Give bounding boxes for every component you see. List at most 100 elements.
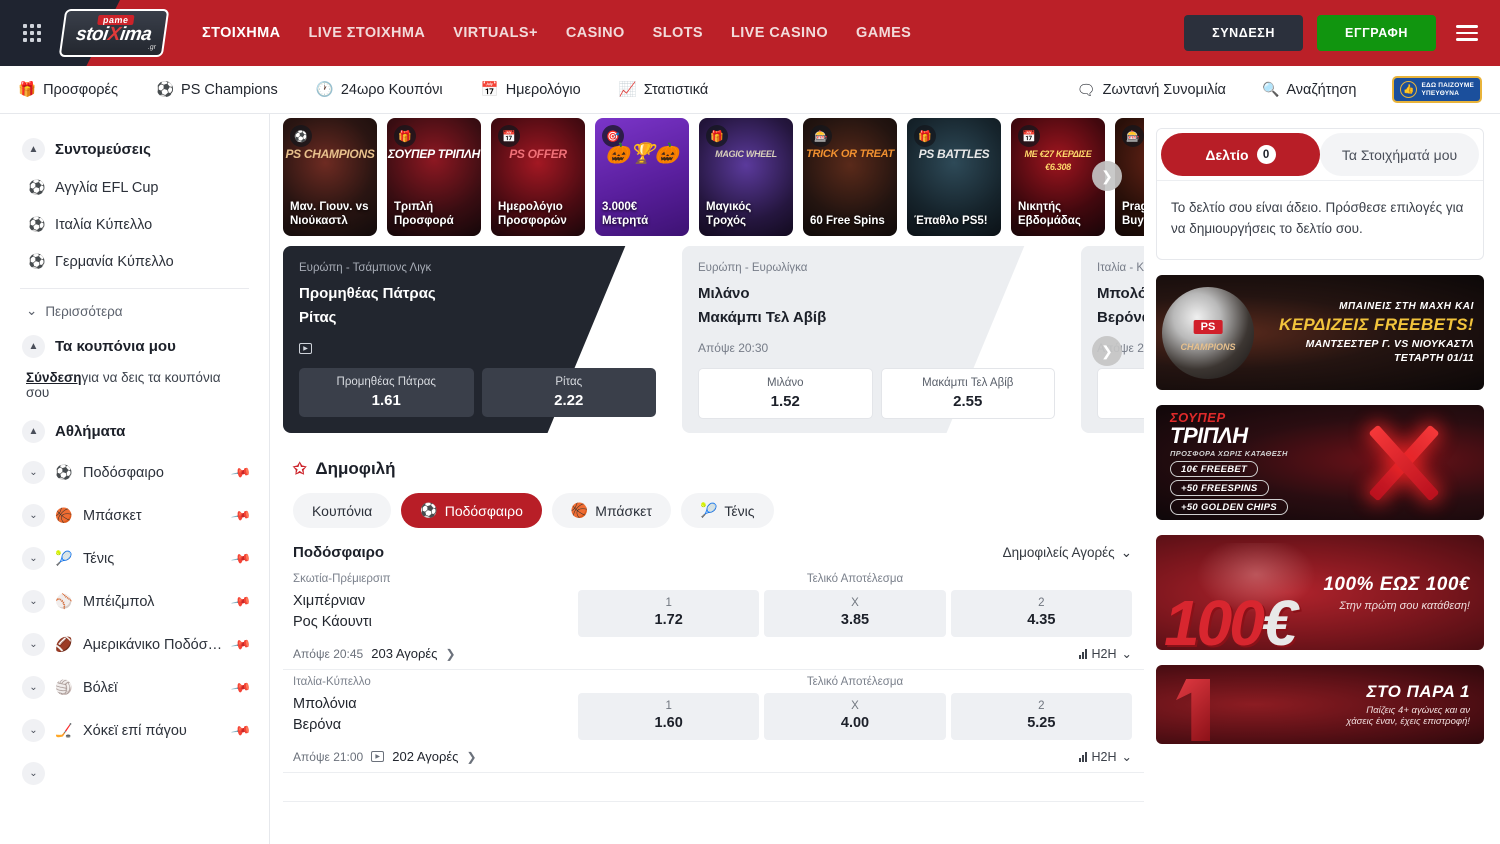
odd-button-1[interactable]: 1 1.72	[578, 590, 759, 637]
h2h-button[interactable]: H2H ⌄	[1079, 646, 1133, 661]
match-row[interactable]: Σκωτία-Πρέμιερσιπ Χιμπέρνιαν Ρος Κάουντι…	[283, 567, 1144, 670]
match-team-home: Χιμπέρνιαν	[293, 591, 578, 612]
promo-card[interactable]: ⚽ PS CHAMPIONS Μαν. Γιουν. vs Νιούκαστλ	[283, 118, 377, 236]
chevron-down-icon[interactable]: ⌄	[22, 676, 45, 699]
featured-match-card[interactable]: Ευρώπη - Ευρωλίγκα Μιλάνο Μακάμπι Τελ Αβ…	[682, 246, 1071, 433]
banner-text-block: ΜΠΑΙΝΕΙΣ ΣΤΗ ΜΑΧΗ ΚΑΙ ΚΕΡΔΙΖΕΙΣ FREEBETS…	[1156, 301, 1484, 364]
featured-score: 58	[616, 309, 656, 326]
tab-koupinia[interactable]: Κουπόνια	[293, 493, 391, 528]
odd-button-2[interactable]: 2 4.35	[951, 590, 1132, 637]
promo-banner-deposit-bonus[interactable]: 100€ 100% ΕΩΣ 100€ Στην πρώτη σου κατάθε…	[1156, 535, 1484, 650]
tab-tennis[interactable]: 🎾 Τένις	[681, 493, 774, 528]
subnav-item-24h-coupon[interactable]: 🕐 24ωρο Κουπόνι	[316, 81, 443, 98]
responsible-gaming-badge[interactable]: 👍 ΕΔΩ ΠΑΙΖΟΥΜΕ ΥΠΕΥΘΥΝΑ	[1392, 76, 1482, 103]
markets-selector[interactable]: Δημοφιλείς Αγορές ⌄	[1003, 545, 1132, 561]
promo-banner-super-tripli[interactable]: ΣΟΥΠΕΡ ΤΡΙΠΛΗ ΠΡΟΣΦΟΡΑ ΧΩΡΙΣ ΚΑΤΑΘΕΣΗ 10…	[1156, 405, 1484, 520]
sidebar-item-partial[interactable]: ⌄	[16, 752, 253, 795]
chevron-right-icon[interactable]: ❯	[466, 750, 476, 764]
login-button[interactable]: ΣΥΝΔΕΣΗ	[1184, 15, 1303, 51]
sidebar-item-american-football[interactable]: ⌄ 🏈 Αμερικάνικο Ποδόσ… 📌	[16, 623, 253, 666]
nav-item-casino[interactable]: CASINO	[566, 25, 625, 41]
promo-banner-sto-para-1[interactable]: ΣΤΟ ΠΑΡΑ 1 Παίζεις 4+ αγώνες και αν χάσε…	[1156, 665, 1484, 744]
apps-grid-icon[interactable]	[10, 24, 54, 42]
match-markets-count[interactable]: 202 Αγορές	[392, 749, 458, 764]
promo-banner-ps-champions[interactable]: PS CHAMPIONS ΜΠΑΙΝΕΙΣ ΣΤΗ ΜΑΧΗ ΚΑΙ ΚΕΡΔΙ…	[1156, 275, 1484, 390]
subnav-item-ps-champions[interactable]: ⚽ PS Champions	[156, 81, 278, 98]
coupons-login-link[interactable]: Σύνδεση	[26, 370, 82, 385]
nav-item-live-casino[interactable]: LIVE CASINO	[731, 25, 828, 41]
chevron-down-icon[interactable]: ⌄	[22, 633, 45, 656]
nav-item-slots[interactable]: SLOTS	[653, 25, 703, 41]
tab-podosfairo[interactable]: ⚽ Ποδόσφαιρο	[401, 493, 542, 528]
live-chat-button[interactable]: 🗨 Ζωντανή Συνομιλία	[1077, 81, 1226, 99]
nav-item-live-stoixima[interactable]: LIVE ΣΤΟΙΧΗΜΑ	[309, 25, 426, 41]
nav-item-games[interactable]: GAMES	[856, 25, 911, 41]
sidebar-item-podosfairo[interactable]: ⌄ ⚽ Ποδόσφαιρο 📌	[16, 451, 253, 494]
odd-button-x[interactable]: X 4.00	[764, 693, 945, 740]
subnav-item-statistics[interactable]: 📈 Στατιστικά	[619, 81, 709, 98]
odd-button-2[interactable]: 2 5.25	[951, 693, 1132, 740]
sidebar-section-my-coupons[interactable]: ▲ Τα κουπόνια μου	[22, 335, 253, 358]
search-button[interactable]: 🔍 Αναζήτηση	[1262, 81, 1356, 98]
subnav-item-calendar[interactable]: 📅 Ημερολόγιο	[481, 81, 581, 98]
featured-carousel-next-icon[interactable]: ❯	[1092, 336, 1122, 366]
pin-icon[interactable]: 📌	[230, 590, 252, 612]
chevron-down-icon[interactable]: ⌄	[22, 590, 45, 613]
chevron-down-icon[interactable]: ⌄	[22, 504, 45, 527]
banner-line-2: Παίζεις 4+ αγώνες και αν	[1170, 705, 1470, 716]
sidebar-item-tennis[interactable]: ⌄ 🎾 Τένις 📌	[16, 537, 253, 580]
featured-match-card[interactable]: Ευρώπη - Τσάμπιονς Λιγκ Προμηθέας Πάτρας…	[283, 246, 672, 433]
h2h-button[interactable]: H2H ⌄	[1079, 749, 1133, 764]
tab-basket[interactable]: 🏀 Μπάσκετ	[552, 493, 671, 528]
promo-card[interactable]: 🎯 🎃🏆🎃 3.000€ Μετρητά	[595, 118, 689, 236]
chevron-down-icon[interactable]: ⌄	[22, 547, 45, 570]
sidebar-item-italia-kypello[interactable]: ⚽ Ιταλία Κύπελλο	[16, 206, 253, 243]
promo-card[interactable]: 🎰 TRICK OR TREAT 60 Free Spins	[803, 118, 897, 236]
sidebar-item-volley[interactable]: ⌄ 🏐 Βόλεϊ 📌	[16, 666, 253, 709]
pin-icon[interactable]: 📌	[230, 547, 252, 569]
pin-icon[interactable]: 📌	[230, 719, 252, 741]
odd-button[interactable]: Μιλάνο 1.52	[698, 368, 873, 419]
promo-card[interactable]: 📅 ΜΕ €27 ΚΕΡΔΙΣΕ €6.308 Νικητής Εβδομάδα…	[1011, 118, 1105, 236]
pin-icon[interactable]: 📌	[230, 504, 252, 526]
match-row[interactable]: Ιταλία-Κύπελλο Μπολόνια Βερόνα Τελικό Απ…	[283, 670, 1144, 773]
pin-icon[interactable]: 📌	[230, 461, 252, 483]
tab-my-bets[interactable]: Τα Στοιχήματά μου	[1320, 133, 1479, 176]
sidebar-item-efl-cup[interactable]: ⚽ Αγγλία EFL Cup	[16, 169, 253, 206]
nav-item-stoixima[interactable]: ΣΤΟΙΧΗΜΑ	[202, 25, 281, 41]
sidebar-item-basket[interactable]: ⌄ 🏀 Μπάσκετ 📌	[16, 494, 253, 537]
pin-icon[interactable]: 📌	[230, 633, 252, 655]
chevron-right-icon[interactable]: ❯	[445, 647, 455, 661]
sidebar-item-ice-hockey[interactable]: ⌄ 🏒 Χόκεϊ επί πάγου 📌	[16, 709, 253, 752]
chevron-down-icon[interactable]: ⌄	[22, 719, 45, 742]
chevron-down-icon[interactable]: ⌄	[22, 461, 45, 484]
sidebar-section-sports[interactable]: ▲ Αθλήματα	[22, 420, 253, 443]
tab-betslip[interactable]: Δελτίο 0	[1161, 133, 1320, 176]
match-row-partial[interactable]	[283, 773, 1144, 802]
sidebar-section-shortcuts[interactable]: ▲ Συντομεύσεις	[22, 138, 253, 161]
odd-button-x[interactable]: X 3.85	[764, 590, 945, 637]
promo-card[interactable]: 🎁 PS BATTLES Έπαθλο PS5!	[907, 118, 1001, 236]
promo-card[interactable]: 🎁 MAGIC WHEEL Μαγικός Τροχός	[699, 118, 793, 236]
pin-icon[interactable]: 📌	[230, 676, 252, 698]
sidebar-item-baseball[interactable]: ⌄ ⚾ Μπέιζμπολ 📌	[16, 580, 253, 623]
sidebar-item-germania-kypello[interactable]: ⚽ Γερμανία Κύπελλο	[16, 243, 253, 280]
nav-item-virtuals[interactable]: VIRTUALS+	[453, 25, 538, 41]
promo-card[interactable]: 🎁 ΣΟΥΠΕΡ ΤΡΙΠΛΗ Τριπλή Προσφορά	[387, 118, 481, 236]
hamburger-menu-icon[interactable]	[1450, 19, 1484, 47]
match-markets-count[interactable]: 203 Αγορές	[371, 646, 437, 661]
odd-button[interactable]: Μακάμπι Τελ Αβίβ 2.55	[881, 368, 1056, 419]
odd-button[interactable]: Ρίτας 2.22	[482, 368, 657, 417]
odd-button[interactable]: 1 1.6	[1097, 368, 1144, 419]
chevron-up-icon: ▲	[22, 335, 45, 358]
promo-carousel-next-icon[interactable]: ❯	[1092, 161, 1122, 191]
brand-logo[interactable]: pame stoiXima .gr	[59, 9, 170, 57]
promo-card[interactable]: 📅 PS OFFER Ημερολόγιο Προσφορών	[491, 118, 585, 236]
odd-name: X	[768, 597, 941, 609]
odd-button-1[interactable]: 1 1.60	[578, 693, 759, 740]
chevron-down-icon[interactable]: ⌄	[22, 762, 45, 785]
sidebar-more-button[interactable]: ⌄ Περισσότερα	[16, 297, 253, 325]
register-button[interactable]: ΕΓΓΡΑΦΗ	[1317, 15, 1436, 51]
subnav-item-offers[interactable]: 🎁 Προσφορές	[18, 81, 118, 98]
odd-button[interactable]: Προμηθέας Πάτρας 1.61	[299, 368, 474, 417]
